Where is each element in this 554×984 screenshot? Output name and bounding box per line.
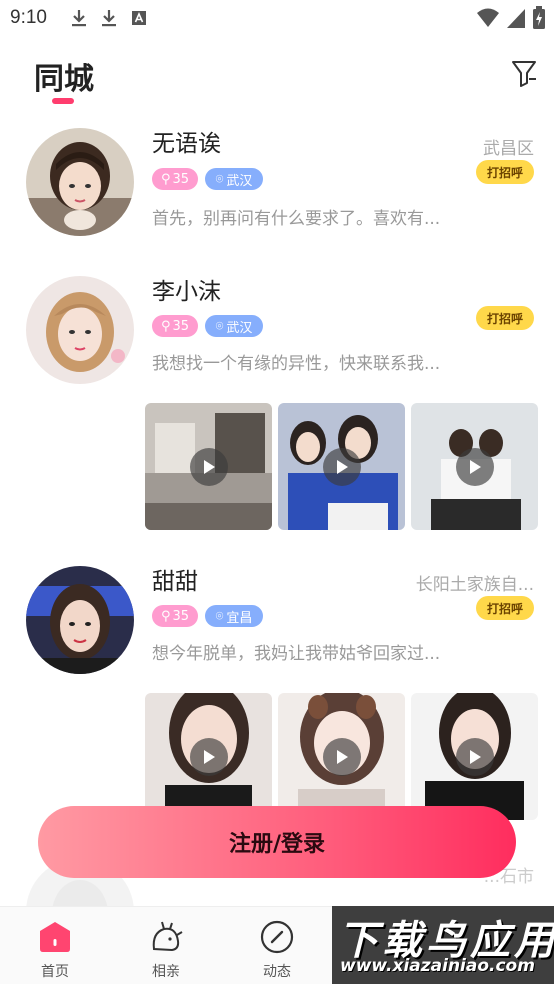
signal-icon (507, 9, 525, 28)
title-underline (52, 98, 74, 104)
play-icon[interactable] (323, 448, 361, 486)
compass-icon (260, 920, 294, 954)
user-name: 甜甜 (152, 569, 198, 595)
download-icon (101, 10, 116, 27)
filter-button[interactable] (510, 58, 538, 88)
location-pin-icon: ⌾ (215, 171, 224, 187)
nav-item-moments[interactable]: 动态 (247, 907, 307, 984)
play-icon[interactable] (190, 738, 228, 776)
user-bio: 想今年脱单，我妈让我带姑爷回家过... (152, 644, 441, 664)
user-location: 长阳土家族自... (415, 575, 534, 595)
status-time: 9:10 (10, 7, 47, 28)
avatar[interactable] (26, 128, 134, 236)
greet-button[interactable]: 打招呼 (476, 306, 534, 330)
video-thumbnail[interactable] (145, 693, 272, 820)
watermark-title: 下载鸟应用 (338, 918, 554, 964)
age-badge: ⚲ 35 (152, 315, 198, 337)
page-title[interactable]: 同城 (34, 54, 94, 98)
user-bio: 我想找一个有缘的异性，快来联系我... (152, 354, 441, 374)
city-badge: ⌾ 武汉 (205, 168, 263, 190)
video-thumbnail[interactable] (278, 693, 405, 820)
city-value: 武汉 (226, 173, 253, 189)
location-pin-icon: ⌾ (215, 608, 224, 624)
watermark-logo: 下载鸟应用 www.xiazainiao.com (332, 906, 554, 984)
city-badge: ⌾ 武汉 (205, 315, 263, 337)
age-badge: ⚲ 35 (152, 168, 198, 190)
nav-label: 相亲 (152, 964, 180, 980)
greet-button[interactable]: 打招呼 (476, 596, 534, 620)
video-thumbnail[interactable] (278, 403, 405, 530)
filter-icon (512, 61, 536, 87)
age-value: 35 (172, 318, 190, 334)
home-icon (40, 922, 70, 952)
city-value: 宜昌 (226, 610, 253, 626)
watermark-url: www.xiazainiao.com (340, 956, 535, 976)
avatar[interactable] (26, 276, 134, 384)
age-value: 35 (172, 171, 190, 187)
wifi-icon (477, 8, 499, 27)
user-name: 李小沫 (152, 279, 221, 305)
play-icon[interactable] (190, 448, 228, 486)
greet-button[interactable]: 打招呼 (476, 160, 534, 184)
location-pin-icon: ⌾ (215, 318, 224, 334)
video-thumbnail[interactable] (145, 403, 272, 530)
nav-item-blind-date[interactable]: 相亲 (136, 907, 196, 984)
status-bar: 9:10 (0, 0, 554, 36)
city-value: 武汉 (226, 320, 253, 336)
register-login-button[interactable]: 注册/登录 (38, 806, 516, 878)
blind-date-icon (152, 921, 183, 952)
age-badge: ⚲ 35 (152, 605, 198, 627)
video-thumbnail[interactable] (411, 403, 538, 530)
a-icon (131, 11, 146, 25)
video-thumbnail[interactable] (411, 693, 538, 820)
nav-label: 动态 (263, 964, 291, 980)
user-location: 武昌区 (483, 139, 534, 159)
gender-icon: ⚲ (160, 608, 171, 624)
user-name: 无语诶 (152, 131, 221, 157)
play-icon[interactable] (456, 738, 494, 776)
avatar[interactable] (26, 566, 134, 674)
city-badge: ⌾ 宜昌 (205, 605, 263, 627)
age-value: 35 (172, 608, 190, 624)
play-icon[interactable] (323, 738, 361, 776)
battery-charging-icon (533, 6, 545, 29)
play-icon[interactable] (456, 448, 494, 486)
nav-label: 首页 (41, 964, 69, 980)
nav-item-home[interactable]: 首页 (25, 907, 85, 984)
gender-icon: ⚲ (160, 171, 171, 187)
user-bio: 首先，别再问有什么要求了。喜欢有... (152, 209, 441, 229)
gender-icon: ⚲ (160, 318, 171, 334)
download-icon (71, 10, 86, 27)
